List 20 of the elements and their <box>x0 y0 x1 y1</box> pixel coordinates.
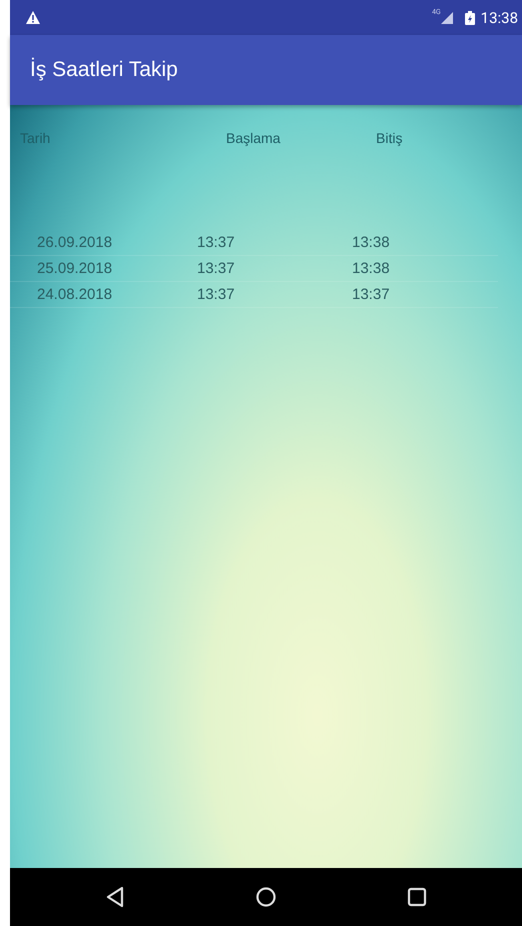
table-cell: 13:38 <box>352 260 390 277</box>
table-cell-text: 13:37 <box>197 286 236 303</box>
table-cell-text: 13:37 <box>197 234 236 251</box>
recents-icon[interactable] <box>407 887 427 907</box>
status-time: 13:38 <box>480 8 518 26</box>
battery-icon <box>464 10 475 24</box>
warning-icon <box>26 11 40 24</box>
table-cell: 13:38 <box>352 234 390 251</box>
column-header: Bitiş <box>376 130 402 146</box>
table-cell-text: 13:37 <box>197 260 236 277</box>
table-cell-text: 24.08.2018 <box>37 286 114 303</box>
back-icon[interactable] <box>105 886 125 908</box>
column-header: Tarih <box>20 130 52 146</box>
table-cell: 13:37 <box>352 286 390 303</box>
table-cell-text: 26.09.2018 <box>37 234 114 251</box>
app-title: İş Saatleri Takip <box>30 58 178 82</box>
column-header: Başlama <box>226 130 282 146</box>
table-cell-text: 25.09.2018 <box>37 260 114 277</box>
signal-icon <box>440 12 453 24</box>
home-icon[interactable] <box>255 886 277 908</box>
